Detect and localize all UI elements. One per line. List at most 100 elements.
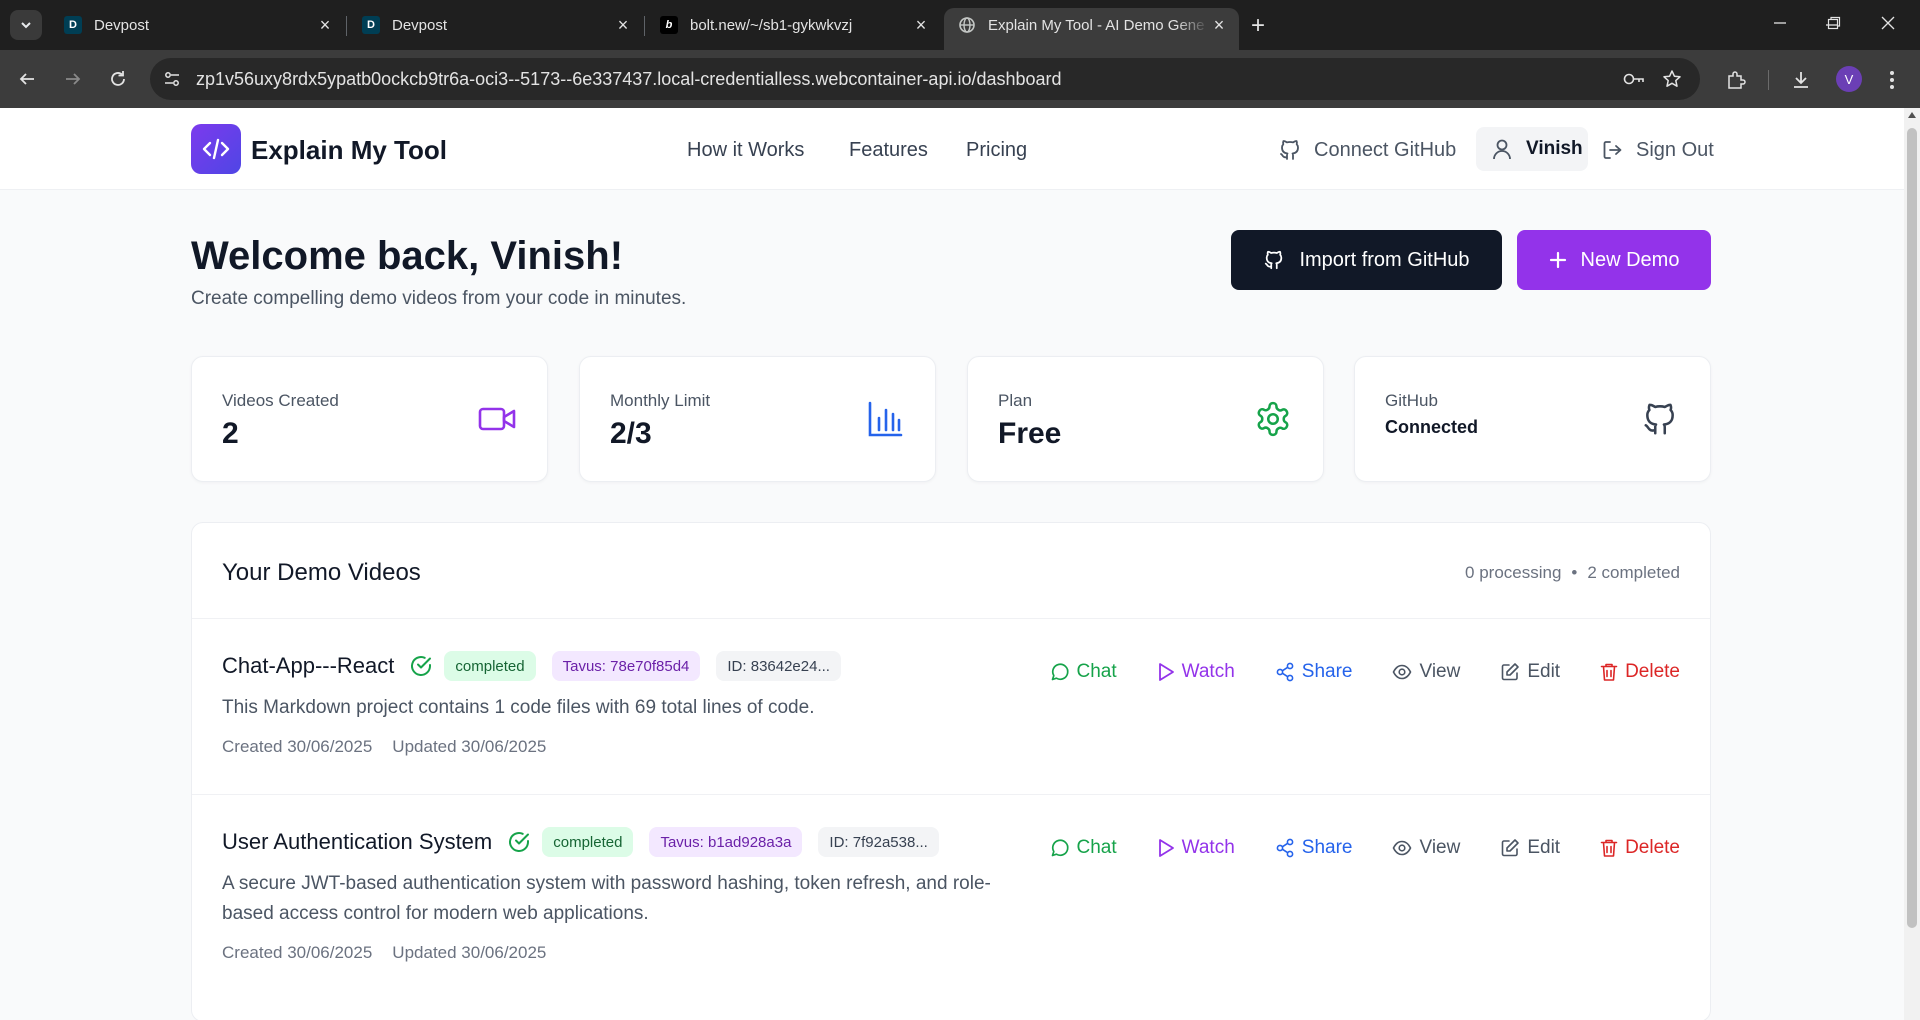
message-circle-icon [1051, 663, 1069, 681]
view-button[interactable]: View [1392, 661, 1460, 683]
trash-icon [1600, 663, 1618, 681]
edit-button[interactable]: Edit [1500, 661, 1560, 683]
delete-button[interactable]: Delete [1600, 661, 1680, 683]
tab-search-button[interactable] [10, 10, 42, 40]
check-circle-icon [408, 653, 434, 679]
share-button[interactable]: Share [1275, 661, 1352, 683]
watch-label: Watch [1181, 837, 1235, 858]
chat-button[interactable]: Chat [1050, 837, 1117, 859]
user-menu-button[interactable]: Vinish [1476, 127, 1588, 171]
video-icon [475, 397, 519, 441]
demo-description: A secure JWT-based authentication system… [222, 873, 991, 924]
stat-card-videos-created: Videos Created 2 [191, 356, 548, 482]
trash-icon [1600, 839, 1618, 857]
tavus-id-badge: Tavus: b1ad928a3a [649, 827, 803, 857]
tab-title: Explain My Tool - AI Demo Gene [988, 16, 1205, 34]
demo-title-line: Chat-App---React completed Tavus: 78e70f… [222, 651, 857, 681]
created-date: Created 30/06/2025 [222, 737, 373, 756]
forward-arrow-icon[interactable] [58, 64, 88, 94]
check-circle-icon [506, 829, 532, 855]
demo-row: User Authentication System completed Tav… [192, 795, 1710, 1001]
watch-button[interactable]: Watch [1157, 661, 1235, 683]
chat-button[interactable]: Chat [1050, 661, 1117, 683]
browser-tab-bolt[interactable]: b bolt.new/~/sb1-gykwkvzj × [646, 8, 941, 42]
close-tab-icon[interactable]: × [613, 15, 633, 35]
connect-github-label: Connect GitHub [1314, 138, 1457, 161]
connect-github-button[interactable]: Connect GitHub [1278, 130, 1456, 170]
tab-title: bolt.new/~/sb1-gykwkvzj [690, 16, 853, 34]
restore-window-icon[interactable] [1814, 8, 1854, 38]
browser-tab-devpost-2[interactable]: D Devpost × [348, 8, 643, 42]
globe-icon [958, 16, 976, 34]
back-arrow-icon[interactable] [12, 64, 42, 94]
extensions-puzzle-icon[interactable] [1720, 64, 1752, 96]
bookmark-star-icon[interactable] [1656, 63, 1688, 95]
edit-icon [1502, 839, 1520, 857]
minimize-window-icon[interactable] [1760, 8, 1800, 38]
stat-card-github: GitHub Connected [1354, 356, 1711, 482]
brand-name[interactable]: Explain My Tool [251, 135, 447, 166]
demo-dates: Created 30/06/2025 Updated 30/06/2025 [222, 943, 546, 963]
site-settings-icon[interactable] [154, 61, 190, 97]
close-window-icon[interactable] [1868, 8, 1908, 38]
import-from-github-label: Import from GitHub [1299, 248, 1470, 271]
close-tab-icon[interactable]: × [315, 15, 335, 35]
demo-title-line: User Authentication System completed Tav… [222, 827, 955, 857]
devpost-favicon-icon: D [362, 16, 380, 34]
delete-button[interactable]: Delete [1600, 837, 1680, 859]
scroll-up-arrow-icon[interactable] [1908, 112, 1916, 118]
demo-row: Chat-App---React completed Tavus: 78e70f… [192, 619, 1710, 795]
nav-how-it-works[interactable]: How it Works [687, 139, 804, 162]
stat-value: Free [998, 417, 1062, 450]
browser-tab-devpost-1[interactable]: D Devpost × [50, 8, 345, 42]
new-tab-button[interactable]: + [1244, 12, 1272, 40]
stat-label: Videos Created [222, 391, 339, 410]
demo-name[interactable]: Chat-App---React [222, 653, 394, 679]
watch-button[interactable]: Watch [1157, 837, 1235, 859]
play-icon [1158, 839, 1174, 857]
scrollbar-thumb[interactable] [1907, 128, 1917, 928]
delete-label: Delete [1625, 837, 1680, 858]
demo-description: This Markdown project contains 1 code fi… [222, 697, 815, 718]
code-logo-icon[interactable] [191, 124, 241, 174]
import-from-github-button[interactable]: Import from GitHub [1231, 230, 1502, 290]
close-tab-icon[interactable]: × [1209, 15, 1229, 35]
new-demo-label: New Demo [1580, 248, 1680, 271]
password-key-icon[interactable] [1618, 63, 1650, 95]
url-omnibox[interactable]: zp1v56uxy8rdx5ypatb0ockcb9tr6a-oci3--517… [150, 58, 1700, 100]
nav-features[interactable]: Features [849, 139, 928, 162]
delete-label: Delete [1625, 661, 1680, 682]
demo-name[interactable]: User Authentication System [222, 829, 492, 855]
stat-label: Monthly Limit [610, 391, 711, 410]
browser-menu-icon[interactable] [1876, 64, 1908, 96]
view-button[interactable]: View [1392, 837, 1460, 859]
created-date: Created 30/06/2025 [222, 943, 373, 962]
share-button[interactable]: Share [1275, 837, 1352, 859]
page-scrollbar[interactable] [1904, 108, 1920, 1020]
nav-pricing[interactable]: Pricing [966, 139, 1027, 162]
new-demo-button[interactable]: New Demo [1517, 230, 1711, 290]
sign-out-button[interactable]: Sign Out [1602, 130, 1714, 170]
stat-label: Plan [998, 391, 1033, 410]
profile-avatar[interactable]: V [1836, 66, 1862, 92]
download-icon[interactable] [1785, 64, 1817, 96]
demo-id-badge: ID: 7f92a538... [818, 827, 939, 857]
demo-actions: Chat Watch Share View Edit Delete [1010, 661, 1680, 683]
edit-button[interactable]: Edit [1500, 837, 1560, 859]
stat-card-monthly-limit: Monthly Limit 2/3 [579, 356, 936, 482]
status-badge: completed [444, 651, 536, 681]
bar-chart-icon [863, 397, 907, 441]
eye-icon [1393, 840, 1412, 856]
sign-out-label: Sign Out [1636, 138, 1714, 161]
browser-tab-explain-my-tool[interactable]: Explain My Tool - AI Demo Gene × [944, 8, 1239, 50]
demo-videos-panel: Your Demo Videos 0 processing • 2 comple… [191, 522, 1711, 1020]
demo-id-badge: ID: 83642e24... [716, 651, 841, 681]
reload-icon[interactable] [103, 64, 133, 94]
share-icon [1276, 838, 1294, 858]
gear-icon [1251, 397, 1295, 441]
close-tab-icon[interactable]: × [911, 15, 931, 35]
browser-tab-bar: D Devpost × D Devpost × b bolt.new/~/sb1… [0, 0, 1920, 50]
tab-separator [346, 16, 347, 36]
tavus-id-badge: Tavus: 78e70f85d4 [551, 651, 701, 681]
devpost-favicon-icon: D [64, 16, 82, 34]
